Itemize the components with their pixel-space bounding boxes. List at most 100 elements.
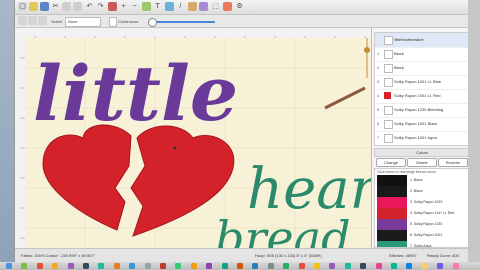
- layers-icon[interactable]: [199, 2, 208, 11]
- paste-icon[interactable]: [73, 2, 82, 11]
- new-icon[interactable]: ▢: [18, 2, 27, 11]
- object-row[interactable]: 3 Sulky Rayon 1001 Lt. Blue: [375, 75, 469, 90]
- stitch-icon[interactable]: [142, 2, 151, 11]
- dock-app-icon[interactable]: [237, 263, 243, 269]
- thread-label: 7. Sulky Aqua: [410, 244, 432, 248]
- density-slider-track[interactable]: [153, 21, 215, 23]
- dock-app-icon[interactable]: [83, 263, 89, 269]
- select-field[interactable]: None: [65, 17, 101, 27]
- object-swatch: [384, 36, 393, 45]
- dock-app-icon[interactable]: [391, 263, 397, 269]
- dock-app-icon[interactable]: [314, 263, 320, 269]
- change-color-button[interactable]: Change: [376, 158, 406, 167]
- object-swatch: [384, 64, 393, 73]
- thread-color-row[interactable]: 2. Black: [377, 186, 467, 197]
- thread-color-row[interactable]: 7. Sulky Aqua: [377, 241, 467, 248]
- dock-app-icon[interactable]: [452, 263, 459, 269]
- dock-app-icon[interactable]: [267, 263, 274, 269]
- thread-color-list: Click below to rearrange thread colors 1…: [374, 168, 470, 248]
- color-icon[interactable]: [223, 2, 232, 11]
- dock-app-icon[interactable]: [298, 263, 305, 269]
- pointer-icon[interactable]: [18, 16, 27, 25]
- open-folder-icon[interactable]: [29, 2, 38, 11]
- properties-panel: littleheartbreaker 1 Black 2 Black 3 Sul…: [371, 28, 470, 248]
- thread-color-row[interactable]: 6. Sulky Rayon 1001: [377, 230, 467, 241]
- thread-color-row[interactable]: 1. Black: [377, 175, 467, 186]
- copy-icon[interactable]: [62, 2, 71, 11]
- object-num: 6: [377, 121, 380, 126]
- thread-color-row[interactable]: 3. Sulky Rayon 1029: [377, 197, 467, 208]
- dock-app-icon[interactable]: [206, 263, 213, 269]
- object-row[interactable]: 2 Black: [375, 61, 469, 76]
- dock-app-icon[interactable]: [375, 263, 382, 269]
- word-breaker: bread: [215, 211, 351, 248]
- zoom-in-icon[interactable]: +: [119, 2, 128, 11]
- text-icon[interactable]: T: [153, 2, 162, 11]
- density-slider-knob[interactable]: [148, 18, 157, 27]
- redo-icon[interactable]: ↷: [96, 2, 105, 11]
- dock-app-icon[interactable]: [175, 263, 182, 269]
- object-row[interactable]: 5 Sulky Rayon 1230 Bleeding: [375, 103, 469, 118]
- cut-icon[interactable]: ✂: [51, 2, 60, 11]
- dock: [0, 262, 480, 270]
- fill-icon[interactable]: [165, 2, 174, 11]
- select-icon[interactable]: ⬚: [211, 2, 220, 11]
- thread-swatch: [377, 208, 407, 219]
- dock-app-icon[interactable]: [36, 263, 43, 269]
- undo-icon[interactable]: ↶: [85, 2, 94, 11]
- dock-app-icon[interactable]: [344, 263, 351, 269]
- line-icon[interactable]: /: [176, 2, 185, 11]
- dock-app-icon[interactable]: [160, 263, 166, 269]
- dock-app-icon[interactable]: [360, 263, 367, 269]
- dock-app-icon[interactable]: [406, 263, 413, 269]
- dock-app-icon[interactable]: [144, 263, 151, 269]
- dock-app-icon[interactable]: [437, 263, 444, 269]
- object-label: Sulky Rayon 1001 Aqua: [394, 135, 437, 140]
- dock-app-icon[interactable]: [190, 263, 197, 269]
- dock-app-icon[interactable]: [252, 263, 259, 269]
- status-bar: Fabric: 100% Cursor: -159.999" x 59.907"…: [15, 248, 469, 263]
- save-icon[interactable]: [40, 2, 49, 11]
- design-canvas[interactable]: little hear bread: [25, 38, 371, 248]
- object-swatch: [384, 134, 393, 143]
- reorder-colors-button[interactable]: Reorder: [438, 158, 468, 167]
- dock-app-icon[interactable]: [98, 263, 105, 269]
- object-num: 7: [377, 135, 380, 140]
- thread-label: 2. Black: [410, 189, 423, 193]
- object-row[interactable]: 6 Sulky Rayon 1001 Black: [375, 117, 469, 132]
- object-label: littleheartbreaker: [394, 37, 424, 42]
- continuous-checkbox[interactable]: [109, 17, 117, 27]
- thread-color-row[interactable]: 4. Sulky Rayon 1147 Lt. Red: [377, 208, 467, 219]
- object-row[interactable]: 1 Black: [375, 47, 469, 62]
- continuous-label: Continuous: [118, 19, 139, 24]
- object-swatch: [384, 78, 393, 87]
- dock-app-icon[interactable]: [421, 263, 428, 269]
- dock-app-icon[interactable]: [52, 263, 59, 269]
- dock-app-icon[interactable]: [67, 263, 74, 269]
- embroidery-artwork: little hear bread: [25, 38, 371, 248]
- cursor-position: Fabric: 100% Cursor: -159.999" x 59.907": [21, 253, 95, 258]
- shape-icon[interactable]: [188, 2, 197, 11]
- object-row[interactable]: 7 Sulky Rayon 1001 Aqua: [375, 131, 469, 145]
- object-row[interactable]: 4 Sulky Rayon 1001 Lt. Red: [375, 89, 469, 104]
- dock-app-icon[interactable]: [113, 263, 120, 269]
- thread-color-row[interactable]: 5. Sulky Rayon 1230: [377, 219, 467, 230]
- dock-app-icon[interactable]: [129, 263, 136, 269]
- settings-icon[interactable]: ⚙: [235, 2, 244, 11]
- dock-app-icon[interactable]: [329, 263, 336, 269]
- object-row[interactable]: littleheartbreaker: [375, 33, 469, 48]
- dock-app-icon[interactable]: [221, 263, 228, 269]
- thread-label: 6. Sulky Rayon 1001: [410, 233, 443, 237]
- word-little: little: [33, 49, 238, 138]
- rotate-icon[interactable]: [38, 16, 47, 25]
- dock-app-icon[interactable]: [21, 263, 28, 269]
- dock-app-icon[interactable]: [283, 263, 290, 269]
- thread-swatch: [377, 197, 407, 208]
- zoom-out-icon[interactable]: −: [130, 2, 139, 11]
- hoop-icon[interactable]: [108, 2, 117, 11]
- node-icon[interactable]: [28, 16, 37, 25]
- thread-swatch: [377, 230, 407, 241]
- delete-color-button[interactable]: Delete: [407, 158, 437, 167]
- dock-app-icon[interactable]: [6, 263, 12, 269]
- object-label: Sulky Rayon 1001 Lt. Red: [394, 93, 441, 98]
